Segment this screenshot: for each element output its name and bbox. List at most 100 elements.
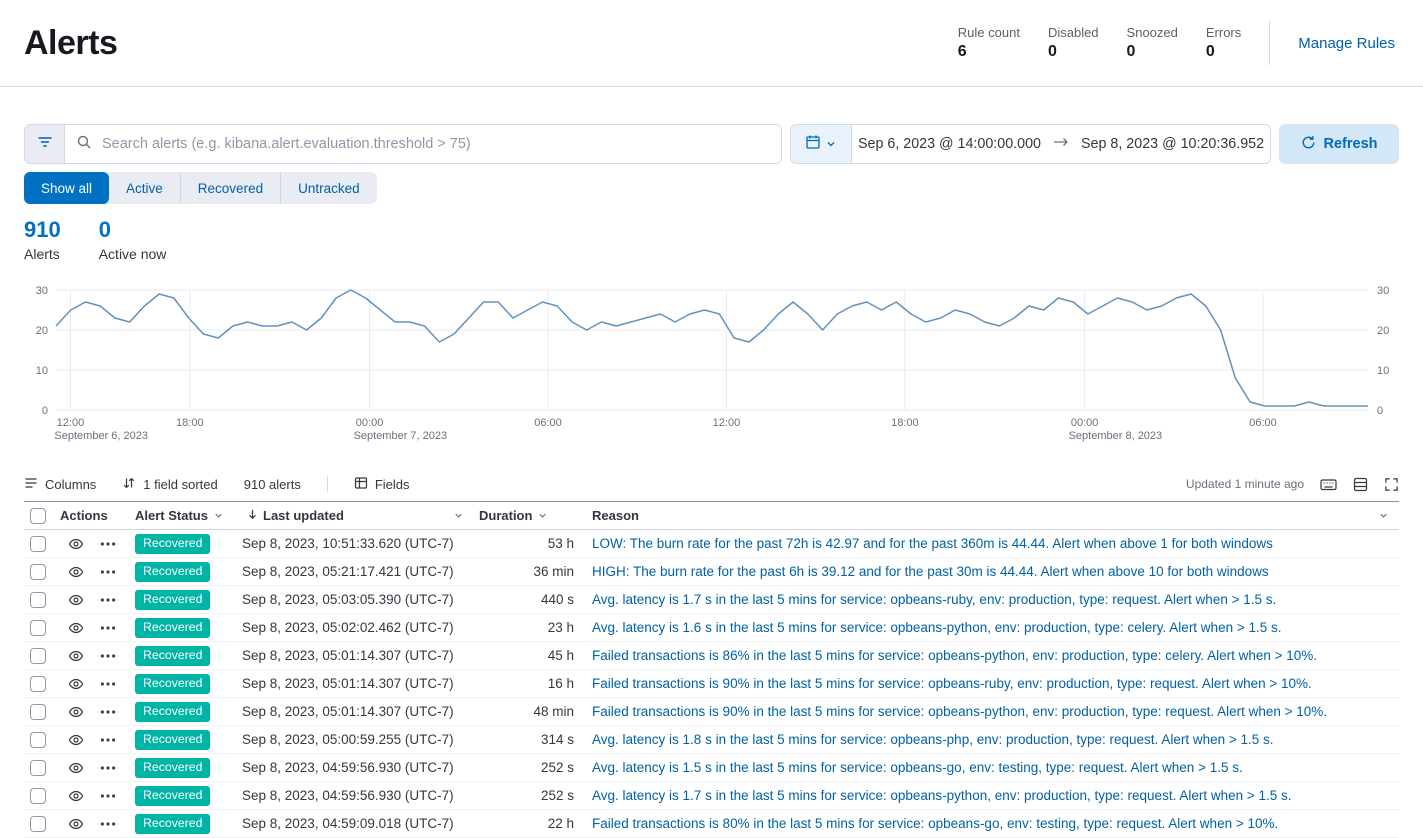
row-checkbox-cell — [24, 732, 58, 748]
stat-value: 0 — [1048, 43, 1099, 61]
more-actions-icon[interactable] — [100, 648, 116, 664]
row-actions-cell — [58, 592, 130, 608]
tab-show-all[interactable]: Show all — [24, 172, 109, 204]
svg-text:20: 20 — [36, 325, 48, 337]
manage-rules-link[interactable]: Manage Rules — [1298, 35, 1395, 52]
status-cell: Recovered — [130, 786, 242, 806]
reason-link[interactable]: Avg. latency is 1.7 s in the last 5 mins… — [592, 788, 1399, 803]
row-checkbox[interactable] — [30, 620, 46, 636]
reason-link[interactable]: LOW: The burn rate for the past 72h is 4… — [592, 536, 1399, 551]
last-updated-cell: Sep 8, 2023, 05:02:02.462 (UTC-7) — [242, 620, 472, 635]
row-checkbox[interactable] — [30, 648, 46, 664]
row-checkbox[interactable] — [30, 536, 46, 552]
header-alert-status[interactable]: Alert Status — [130, 508, 242, 523]
more-actions-icon[interactable] — [100, 816, 116, 832]
reason-link[interactable]: Failed transactions is 90% in the last 5… — [592, 676, 1399, 691]
last-updated-cell: Sep 8, 2023, 05:01:14.307 (UTC-7) — [242, 648, 472, 663]
more-actions-icon[interactable] — [100, 620, 116, 636]
reason-link[interactable]: Failed transactions is 86% in the last 5… — [592, 648, 1399, 663]
status-badge: Recovered — [135, 814, 210, 834]
reason-link[interactable]: Failed transactions is 90% in the last 5… — [592, 704, 1399, 719]
more-actions-icon[interactable] — [100, 564, 116, 580]
reason-link[interactable]: Failed transactions is 80% in the last 5… — [592, 816, 1399, 831]
row-checkbox[interactable] — [30, 704, 46, 720]
row-checkbox[interactable] — [30, 760, 46, 776]
reason-link[interactable]: Avg. latency is 1.6 s in the last 5 mins… — [592, 620, 1399, 635]
search-input[interactable] — [100, 135, 770, 153]
header-duration[interactable]: Duration — [472, 508, 580, 523]
duration-cell: 22 h — [472, 816, 580, 831]
row-checkbox[interactable] — [30, 592, 46, 608]
svg-text:06:00: 06:00 — [534, 417, 562, 429]
date-start-button[interactable]: Sep 6, 2023 @ 14:00:00.000 — [858, 136, 1041, 152]
more-actions-icon[interactable] — [100, 788, 116, 804]
view-alert-icon[interactable] — [68, 648, 84, 664]
view-alert-icon[interactable] — [68, 620, 84, 636]
row-checkbox[interactable] — [30, 676, 46, 692]
reason-cell: LOW: The burn rate for the past 72h is 4… — [580, 536, 1399, 551]
reason-link[interactable]: Avg. latency is 1.8 s in the last 5 mins… — [592, 732, 1399, 747]
fields-button[interactable]: Fields — [354, 476, 410, 493]
chevron-down-icon — [213, 510, 224, 521]
sort-fields-button[interactable]: 1 field sorted — [122, 476, 217, 493]
view-alert-icon[interactable] — [68, 564, 84, 580]
stat-value: 0 — [1127, 43, 1178, 61]
more-actions-icon[interactable] — [100, 536, 116, 552]
row-checkbox-cell — [24, 816, 58, 832]
header-status-label: Alert Status — [135, 508, 208, 523]
stat-label: Snoozed — [1127, 25, 1178, 40]
fullscreen-icon[interactable] — [1384, 477, 1399, 492]
reason-link[interactable]: HIGH: The burn rate for the past 6h is 3… — [592, 564, 1399, 579]
view-alert-icon[interactable] — [68, 760, 84, 776]
tab-recovered[interactable]: Recovered — [180, 172, 280, 204]
status-filter-tabs: Show all Active Recovered Untracked — [24, 172, 377, 204]
keyboard-shortcuts-icon[interactable] — [1320, 477, 1337, 492]
view-alert-icon[interactable] — [68, 592, 84, 608]
duration-cell: 440 s — [472, 592, 580, 607]
row-actions-cell — [58, 648, 130, 664]
header-reason[interactable]: Reason — [580, 508, 1399, 523]
header-actions: Actions — [58, 508, 130, 523]
view-alert-icon[interactable] — [68, 704, 84, 720]
svg-text:20: 20 — [1377, 325, 1389, 337]
alerts-active-stat: 0 Active now — [99, 218, 167, 262]
row-checkbox[interactable] — [30, 816, 46, 832]
reason-link[interactable]: Avg. latency is 1.5 s in the last 5 mins… — [592, 760, 1399, 775]
more-actions-icon[interactable] — [100, 760, 116, 776]
tab-active[interactable]: Active — [109, 172, 180, 204]
more-actions-icon[interactable] — [100, 704, 116, 720]
view-alert-icon[interactable] — [68, 536, 84, 552]
more-actions-icon[interactable] — [100, 732, 116, 748]
more-actions-icon[interactable] — [100, 592, 116, 608]
header-last-updated[interactable]: Last updated — [242, 508, 472, 524]
row-checkbox[interactable] — [30, 732, 46, 748]
status-badge: Recovered — [135, 730, 210, 750]
last-updated-cell: Sep 8, 2023, 04:59:56.930 (UTC-7) — [242, 788, 472, 803]
view-alert-icon[interactable] — [68, 816, 84, 832]
view-alert-icon[interactable] — [68, 676, 84, 692]
columns-button[interactable]: Columns — [24, 476, 96, 493]
view-alert-icon[interactable] — [68, 788, 84, 804]
status-badge: Recovered — [135, 758, 210, 778]
reason-link[interactable]: Avg. latency is 1.7 s in the last 5 mins… — [592, 592, 1399, 607]
display-options-icon[interactable] — [1353, 477, 1368, 492]
row-checkbox-cell — [24, 648, 58, 664]
filter-icon — [37, 134, 53, 155]
view-alert-icon[interactable] — [68, 732, 84, 748]
quick-select-button[interactable] — [791, 125, 852, 163]
tab-untracked[interactable]: Untracked — [280, 172, 377, 204]
date-end-button[interactable]: Sep 8, 2023 @ 10:20:36.952 — [1081, 136, 1264, 152]
select-all-checkbox[interactable] — [30, 508, 46, 524]
svg-text:0: 0 — [42, 405, 48, 417]
row-checkbox[interactable] — [30, 788, 46, 804]
stat-errors: Errors 0 — [1206, 25, 1241, 61]
filter-set-button[interactable] — [25, 125, 65, 163]
header-divider — [1269, 21, 1270, 65]
duration-cell: 252 s — [472, 788, 580, 803]
table-row: Recovered Sep 8, 2023, 05:00:59.255 (UTC… — [24, 726, 1399, 754]
refresh-button[interactable]: Refresh — [1279, 124, 1399, 164]
row-checkbox[interactable] — [30, 564, 46, 580]
arrow-right-icon — [1053, 136, 1069, 152]
status-badge: Recovered — [135, 702, 210, 722]
more-actions-icon[interactable] — [100, 676, 116, 692]
